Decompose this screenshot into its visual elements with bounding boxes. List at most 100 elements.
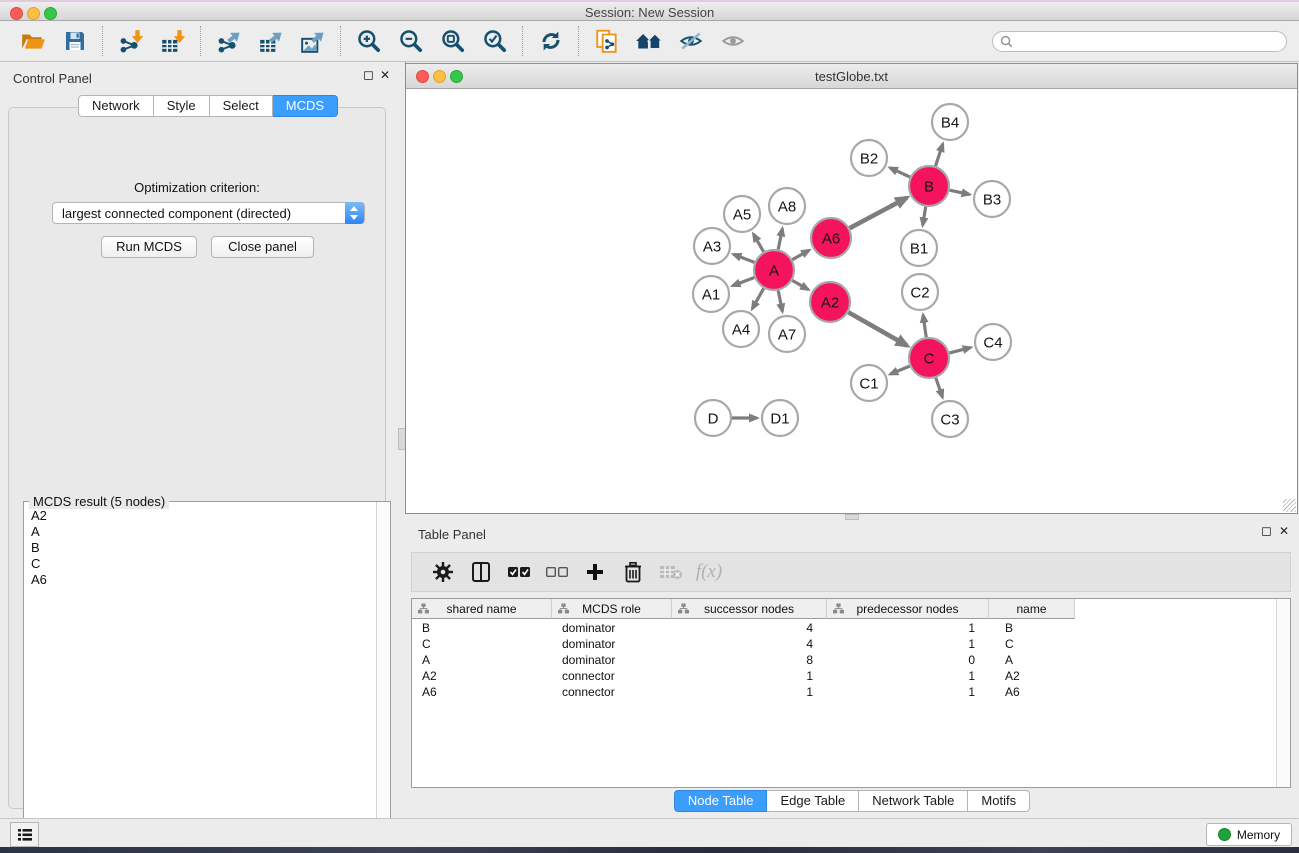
node-A1[interactable]: A1 [693,276,729,312]
cell-successor-nodes: 1 [672,684,827,700]
control-panel: Control Panel ◻ ✕ NetworkStyleSelectMCDS… [0,62,397,820]
node-C3[interactable]: C3 [932,401,968,437]
node-D[interactable]: D [695,400,731,436]
open-session-button[interactable] [18,26,48,56]
node-A8[interactable]: A8 [769,188,805,224]
export-table-button[interactable] [256,26,286,56]
table-row[interactable]: Bdominator41B [412,620,1276,636]
table-row[interactable]: Cdominator41C [412,636,1276,652]
window-resize-grip[interactable] [1283,499,1296,512]
edge-B-B2 [890,168,910,177]
tab-edge-table[interactable]: Edge Table [767,790,859,812]
add-column-button[interactable] [581,558,609,586]
tab-network-table[interactable]: Network Table [859,790,968,812]
node-A7[interactable]: A7 [769,316,805,352]
table-row[interactable]: A6connector11A6 [412,684,1276,700]
zoom-out-icon [398,28,424,54]
tab-select[interactable]: Select [210,95,273,117]
node-A6[interactable]: A6 [811,218,851,258]
show-all-button[interactable] [718,26,748,56]
node-C[interactable]: C [909,338,949,378]
close-panel-icon[interactable]: ✕ [380,69,390,81]
edge-A-A3 [733,254,754,262]
deselect-all-rows-button[interactable] [543,558,571,586]
column-header-shared-name[interactable]: shared name [412,599,552,619]
node-A2[interactable]: A2 [810,282,850,322]
export-network-button[interactable] [214,26,244,56]
table-row[interactable]: Adominator80A [412,652,1276,668]
node-A3[interactable]: A3 [694,228,730,264]
optimization-criterion-dropdown[interactable]: largest connected component (directed) [52,202,365,224]
node-B1[interactable]: B1 [901,230,937,266]
node-A[interactable]: A [754,250,794,290]
delete-columns-button[interactable] [619,558,647,586]
table-settings-button[interactable] [429,558,457,586]
node-A4[interactable]: A4 [723,311,759,347]
new-network-from-selection-button[interactable] [592,26,622,56]
tab-motifs[interactable]: Motifs [968,790,1030,812]
zoom-fit-button[interactable] [438,26,468,56]
cell-shared-name: C [412,636,552,652]
zoom-out-button[interactable] [396,26,426,56]
column-header-name[interactable]: name [989,599,1075,619]
apply-layout-button[interactable] [536,26,566,56]
cell-successor-nodes: 8 [672,652,827,668]
tab-mcds[interactable]: MCDS [273,95,338,117]
mcds-result-item[interactable]: B [25,540,377,556]
cell-predecessor-nodes: 1 [827,636,989,652]
node-D1[interactable]: D1 [762,400,798,436]
network-canvas[interactable]: B4 B2 B B3 A5 A8 A6 B1 A3 A C2 A1 A2 A4 … [406,89,1297,513]
edge-C-C3 [936,378,943,397]
column-header-predecessor-nodes[interactable]: predecessor nodes [827,599,989,619]
node-B4[interactable]: B4 [932,104,968,140]
zoom-selected-button[interactable] [480,26,510,56]
mcds-result-item[interactable]: A6 [25,572,377,588]
network-window-titlebar[interactable]: testGlobe.txt [406,64,1297,89]
mcds-result-item[interactable]: A2 [25,508,377,524]
export-image-button[interactable] [298,26,328,56]
mcds-result-item[interactable]: C [25,556,377,572]
table-row[interactable]: A2connector11A2 [412,668,1276,684]
node-C2[interactable]: C2 [902,274,938,310]
toolbar-separator [340,26,342,56]
cell-name: A6 [989,684,1075,700]
node-B3[interactable]: B3 [974,181,1010,217]
table-scrollbar[interactable] [1276,599,1290,787]
column-label: shared name [446,602,516,616]
cell-name: A2 [989,668,1075,684]
column-header-successor-nodes[interactable]: successor nodes [672,599,827,619]
mcds-result-scrollbar[interactable] [376,502,390,845]
node-B[interactable]: B [909,166,949,206]
tab-network[interactable]: Network [78,95,154,117]
task-history-button[interactable] [10,822,39,847]
zoom-fit-icon [440,28,466,54]
cell-MCDS-role: connector [552,668,672,684]
toggle-panel-layout-button[interactable] [467,558,495,586]
float-panel-icon[interactable]: ◻ [363,69,374,81]
node-B2[interactable]: B2 [851,140,887,176]
edge-A-A6 [792,250,809,260]
import-table-button[interactable] [158,26,188,56]
node-C1[interactable]: C1 [851,365,887,401]
search-input[interactable] [992,31,1287,52]
memory-button[interactable]: Memory [1206,823,1292,846]
select-all-rows-button[interactable] [505,558,533,586]
zoom-in-button[interactable] [354,26,384,56]
column-header-MCDS-role[interactable]: MCDS role [552,599,672,619]
mcds-result-item[interactable]: A [25,524,377,540]
tab-node-table[interactable]: Node Table [674,790,768,812]
hide-selected-button[interactable] [676,26,706,56]
session-title: Session: New Session [0,5,1299,20]
save-session-button[interactable] [60,26,90,56]
first-neighbors-button[interactable] [634,26,664,56]
table-close-panel-icon[interactable]: ✕ [1279,525,1289,537]
import-network-button[interactable] [116,26,146,56]
close-panel-button[interactable]: Close panel [211,236,314,258]
node-C4[interactable]: C4 [975,324,1011,360]
tab-style[interactable]: Style [154,95,210,117]
application-window: Session: New Session Control Panel ◻ ✕ N… [0,0,1299,853]
edge-A-A1 [733,278,755,286]
run-mcds-button[interactable]: Run MCDS [101,236,197,258]
table-float-panel-icon[interactable]: ◻ [1261,525,1272,537]
node-A5[interactable]: A5 [724,196,760,232]
